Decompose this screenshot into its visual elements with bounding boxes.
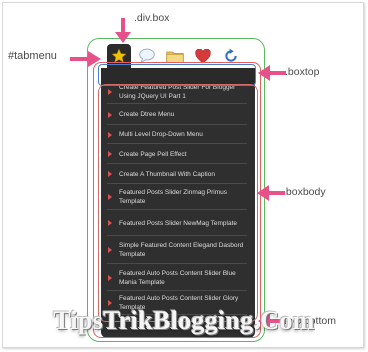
arrow-to-tabmenu-icon <box>70 51 101 67</box>
watermark: TipsTrikBlogging.Com <box>53 306 315 335</box>
boxbody-label: .boxbody <box>283 186 326 198</box>
boxbody-outline <box>98 84 258 322</box>
boxtop-outline <box>98 64 256 86</box>
tabmenu-label: #tabmenu <box>8 50 57 62</box>
arrow-to-div-box-icon <box>115 18 131 43</box>
div-box-label: .div.box <box>134 12 170 24</box>
arrow-to-boxbody-icon <box>257 185 285 201</box>
boxtop-label: .boxtop <box>285 66 320 78</box>
arrow-to-boxtop-icon <box>258 65 286 81</box>
